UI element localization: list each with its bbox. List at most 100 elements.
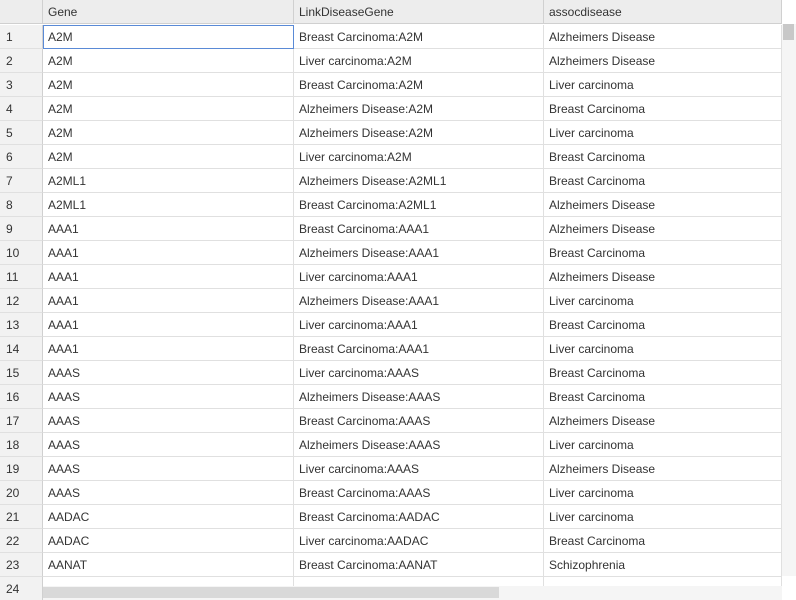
cell-assocdisease[interactable]: Breast Carcinoma (544, 241, 782, 265)
row-number[interactable]: 15 (0, 361, 43, 385)
row-number[interactable]: 8 (0, 193, 43, 217)
cell-linkdiseasegene[interactable]: Alzheimers Disease:A2M (294, 121, 544, 145)
cell-gene[interactable]: A2M (43, 49, 294, 73)
table-row[interactable]: 20 AAAS Breast Carcinoma:AAAS Liver carcino… (0, 481, 782, 505)
table-row[interactable]: 13 AAA1 Liver carcinoma:AAA1 Breast Carcino… (0, 313, 782, 337)
table-row[interactable]: 11 AAA1 Liver carcinoma:AAA1 Alzheimers Dis… (0, 265, 782, 289)
cell-assocdisease[interactable]: Liver carcinoma (544, 73, 782, 97)
table-row[interactable]: 23 AANAT Breast Carcinoma:AANAT Schizophren… (0, 553, 782, 577)
cell-linkdiseasegene[interactable]: Alzheimers Disease:A2ML1 (294, 169, 544, 193)
cell-gene[interactable]: A2M (43, 25, 294, 49)
cell-linkdiseasegene[interactable]: Breast Carcinoma:AAAS (294, 409, 544, 433)
cell-assocdisease[interactable]: Schizophrenia (544, 553, 782, 577)
cell-gene[interactable]: A2ML1 (43, 169, 294, 193)
cell-linkdiseasegene[interactable]: Breast Carcinoma:AAAS (294, 481, 544, 505)
cell-gene[interactable]: A2M (43, 97, 294, 121)
row-number[interactable]: 20 (0, 481, 43, 505)
table-row[interactable]: 1 A2M Breast Carcinoma:A2M Alzheimers Disea… (0, 25, 782, 49)
row-number[interactable]: 5 (0, 121, 43, 145)
vertical-scrollbar-thumb[interactable] (783, 24, 794, 40)
cell-gene[interactable]: AAAS (43, 457, 294, 481)
table-row[interactable]: 21 AADAC Breast Carcinoma:AADAC Liver carci… (0, 505, 782, 529)
column-header-linkdiseasegene[interactable]: LinkDiseaseGene (294, 0, 544, 24)
cell-assocdisease[interactable]: Liver carcinoma (544, 337, 782, 361)
row-number[interactable]: 23 (0, 553, 43, 577)
table-row[interactable]: 22 AADAC Liver carcinoma:AADAC Breast Carci… (0, 529, 782, 553)
horizontal-scrollbar-thumb[interactable] (43, 587, 499, 598)
cell-linkdiseasegene[interactable]: Breast Carcinoma:AANAT (294, 553, 544, 577)
column-header-gene[interactable]: Gene (43, 0, 294, 24)
row-number[interactable]: 4 (0, 97, 43, 121)
cell-assocdisease[interactable]: Liver carcinoma (544, 505, 782, 529)
row-number[interactable]: 11 (0, 265, 43, 289)
cell-assocdisease[interactable]: Breast Carcinoma (544, 361, 782, 385)
cell-assocdisease[interactable]: Breast Carcinoma (544, 169, 782, 193)
cell-assocdisease[interactable]: Breast Carcinoma (544, 529, 782, 553)
cell-assocdisease[interactable]: Alzheimers Disease (544, 193, 782, 217)
vertical-scrollbar[interactable] (782, 24, 796, 576)
table-row[interactable]: 16 AAAS Alzheimers Disease:AAAS Breast Carc… (0, 385, 782, 409)
table-row[interactable]: 6 A2M Liver carcinoma:A2M Breast Carcinoma (0, 145, 782, 169)
cell-gene[interactable]: AAA1 (43, 217, 294, 241)
row-number[interactable]: 19 (0, 457, 43, 481)
row-number[interactable]: 16 (0, 385, 43, 409)
cell-assocdisease[interactable]: Alzheimers Disease (544, 217, 782, 241)
cell-linkdiseasegene[interactable]: Breast Carcinoma:A2ML1 (294, 193, 544, 217)
cell-linkdiseasegene[interactable]: Breast Carcinoma:AADAC (294, 505, 544, 529)
cell-assocdisease[interactable]: Breast Carcinoma (544, 385, 782, 409)
cell-linkdiseasegene[interactable]: Breast Carcinoma:AAA1 (294, 337, 544, 361)
cell-linkdiseasegene[interactable]: Liver carcinoma:A2M (294, 49, 544, 73)
cell-linkdiseasegene[interactable]: Alzheimers Disease:A2M (294, 97, 544, 121)
cell-linkdiseasegene[interactable]: Liver carcinoma:AAAS (294, 361, 544, 385)
cell-gene[interactable]: AAA1 (43, 313, 294, 337)
cell-gene[interactable]: AADAC (43, 529, 294, 553)
cell-linkdiseasegene[interactable]: Alzheimers Disease:AAA1 (294, 241, 544, 265)
row-number[interactable]: 17 (0, 409, 43, 433)
table-row[interactable]: 8 A2ML1 Breast Carcinoma:A2ML1 Alzheimers D… (0, 193, 782, 217)
cell-gene[interactable]: AADAC (43, 505, 294, 529)
row-number[interactable]: 14 (0, 337, 43, 361)
row-number[interactable]: 9 (0, 217, 43, 241)
row-number[interactable]: 6 (0, 145, 43, 169)
cell-linkdiseasegene[interactable]: Breast Carcinoma:A2M (294, 25, 544, 49)
cell-assocdisease[interactable]: Breast Carcinoma (544, 313, 782, 337)
row-number[interactable]: 3 (0, 73, 43, 97)
cell-gene[interactable]: AAAS (43, 481, 294, 505)
table-row[interactable]: 7 A2ML1 Alzheimers Disease:A2ML1 Breast Car… (0, 169, 782, 193)
cell-gene[interactable]: AAAS (43, 361, 294, 385)
corner-cell[interactable] (0, 0, 43, 24)
cell-linkdiseasegene[interactable]: Breast Carcinoma:A2M (294, 73, 544, 97)
row-number[interactable]: 1 (0, 25, 43, 49)
table-row[interactable]: 15 AAAS Liver carcinoma:AAAS Breast Carcino… (0, 361, 782, 385)
cell-gene[interactable]: AAAS (43, 409, 294, 433)
cell-assocdisease[interactable]: Breast Carcinoma (544, 97, 782, 121)
cell-linkdiseasegene[interactable]: Alzheimers Disease:AAA1 (294, 289, 544, 313)
cell-gene[interactable]: AAA1 (43, 241, 294, 265)
cell-gene[interactable]: AAAS (43, 385, 294, 409)
cell-gene[interactable]: A2ML1 (43, 193, 294, 217)
table-row[interactable]: 3 A2M Breast Carcinoma:A2M Liver carcinoma (0, 73, 782, 97)
table-row[interactable]: 14 AAA1 Breast Carcinoma:AAA1 Liver carcino… (0, 337, 782, 361)
table-row[interactable]: 9 AAA1 Breast Carcinoma:AAA1 Alzheimers Dis… (0, 217, 782, 241)
row-number[interactable]: 7 (0, 169, 43, 193)
cell-gene[interactable]: AAA1 (43, 289, 294, 313)
table-row[interactable]: 18 AAAS Alzheimers Disease:AAAS Liver carci… (0, 433, 782, 457)
cell-linkdiseasegene[interactable]: Breast Carcinoma:AAA1 (294, 217, 544, 241)
row-number[interactable]: 24 (0, 577, 43, 600)
table-row[interactable]: 10 AAA1 Alzheimers Disease:AAA1 Breast Carc… (0, 241, 782, 265)
row-number[interactable]: 10 (0, 241, 43, 265)
table-row[interactable]: 17 AAAS Breast Carcinoma:AAAS Alzheimers Di… (0, 409, 782, 433)
cell-assocdisease[interactable]: Liver carcinoma (544, 121, 782, 145)
table-row[interactable]: 2 A2M Liver carcinoma:A2M Alzheimers Diseas… (0, 49, 782, 73)
cell-gene[interactable]: AAAS (43, 433, 294, 457)
table-row[interactable]: 19 AAAS Liver carcinoma:AAAS Alzheimers Dis… (0, 457, 782, 481)
cell-linkdiseasegene[interactable]: Liver carcinoma:AAA1 (294, 265, 544, 289)
row-number[interactable]: 22 (0, 529, 43, 553)
cell-gene[interactable]: AANAT (43, 553, 294, 577)
cell-linkdiseasegene[interactable]: Liver carcinoma:AAA1 (294, 313, 544, 337)
table-row[interactable]: 4 A2M Alzheimers Disease:A2M Breast Carcino… (0, 97, 782, 121)
cell-linkdiseasegene[interactable]: Liver carcinoma:AAAS (294, 457, 544, 481)
row-number[interactable]: 13 (0, 313, 43, 337)
row-number[interactable]: 2 (0, 49, 43, 73)
cell-gene[interactable]: A2M (43, 145, 294, 169)
